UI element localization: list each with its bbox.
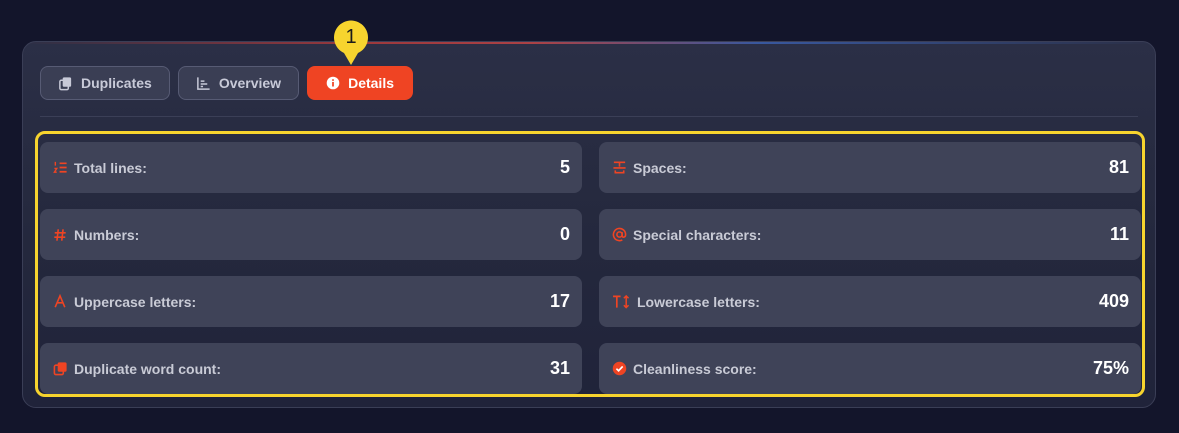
tab-details-label: Details bbox=[348, 75, 394, 91]
copy-icon bbox=[52, 361, 68, 377]
stat-value: 11 bbox=[1109, 224, 1129, 244]
hash-icon bbox=[52, 227, 68, 243]
stat-value: 31 bbox=[549, 358, 570, 378]
info-icon bbox=[326, 76, 340, 90]
uppercase-icon bbox=[52, 294, 68, 310]
panel-top-glow bbox=[23, 42, 1155, 44]
step-marker-number: 1 bbox=[345, 26, 357, 48]
tab-bar: Duplicates Overview Details bbox=[40, 66, 413, 100]
stat-lowercase-letters: Lowercase letters: 409 bbox=[599, 276, 1141, 327]
stat-label: Cleanliness score: bbox=[633, 360, 757, 377]
stat-value: 409 bbox=[1098, 291, 1129, 311]
stat-label: Lowercase letters: bbox=[637, 293, 760, 310]
analysis-panel: Duplicates Overview Details Total lines:… bbox=[22, 41, 1156, 408]
step-marker: 1 bbox=[332, 20, 370, 66]
tab-details[interactable]: Details bbox=[307, 66, 413, 100]
stat-cleanliness-score: Cleanliness score: 75% bbox=[599, 343, 1141, 394]
stat-value: 0 bbox=[559, 224, 570, 244]
bar-chart-icon bbox=[196, 76, 211, 91]
tab-overview-label: Overview bbox=[218, 75, 282, 91]
stat-uppercase-letters: Uppercase letters: 17 bbox=[40, 276, 582, 327]
tab-overview[interactable]: Overview bbox=[177, 66, 300, 100]
space-icon bbox=[611, 160, 627, 176]
stat-duplicate-word-count: Duplicate word count: 31 bbox=[40, 343, 582, 394]
stat-label: Spaces: bbox=[633, 159, 687, 176]
text-case-icon bbox=[611, 294, 631, 310]
tab-divider bbox=[40, 116, 1138, 117]
stat-label: Total lines: bbox=[74, 159, 147, 176]
tab-duplicates-label: Duplicates bbox=[81, 75, 152, 91]
stat-total-lines: Total lines: 5 bbox=[40, 142, 582, 193]
copy-icon bbox=[58, 76, 73, 91]
stat-value: 75% bbox=[1092, 358, 1129, 378]
stat-label: Duplicate word count: bbox=[74, 360, 221, 377]
list-ordered-icon bbox=[52, 160, 68, 176]
check-badge-icon bbox=[611, 361, 627, 377]
stat-value: 5 bbox=[559, 157, 570, 177]
at-sign-icon bbox=[611, 227, 627, 243]
stat-numbers: Numbers: 0 bbox=[40, 209, 582, 260]
stat-value: 17 bbox=[549, 291, 570, 311]
stat-label: Numbers: bbox=[74, 226, 140, 243]
stat-label: Special characters: bbox=[633, 226, 762, 243]
tab-duplicates[interactable]: Duplicates bbox=[40, 66, 170, 100]
stat-value: 81 bbox=[1108, 157, 1129, 177]
stat-spaces: Spaces: 81 bbox=[599, 142, 1141, 193]
stat-label: Uppercase letters: bbox=[74, 293, 197, 310]
stat-special-characters: Special characters: 11 bbox=[599, 209, 1141, 260]
